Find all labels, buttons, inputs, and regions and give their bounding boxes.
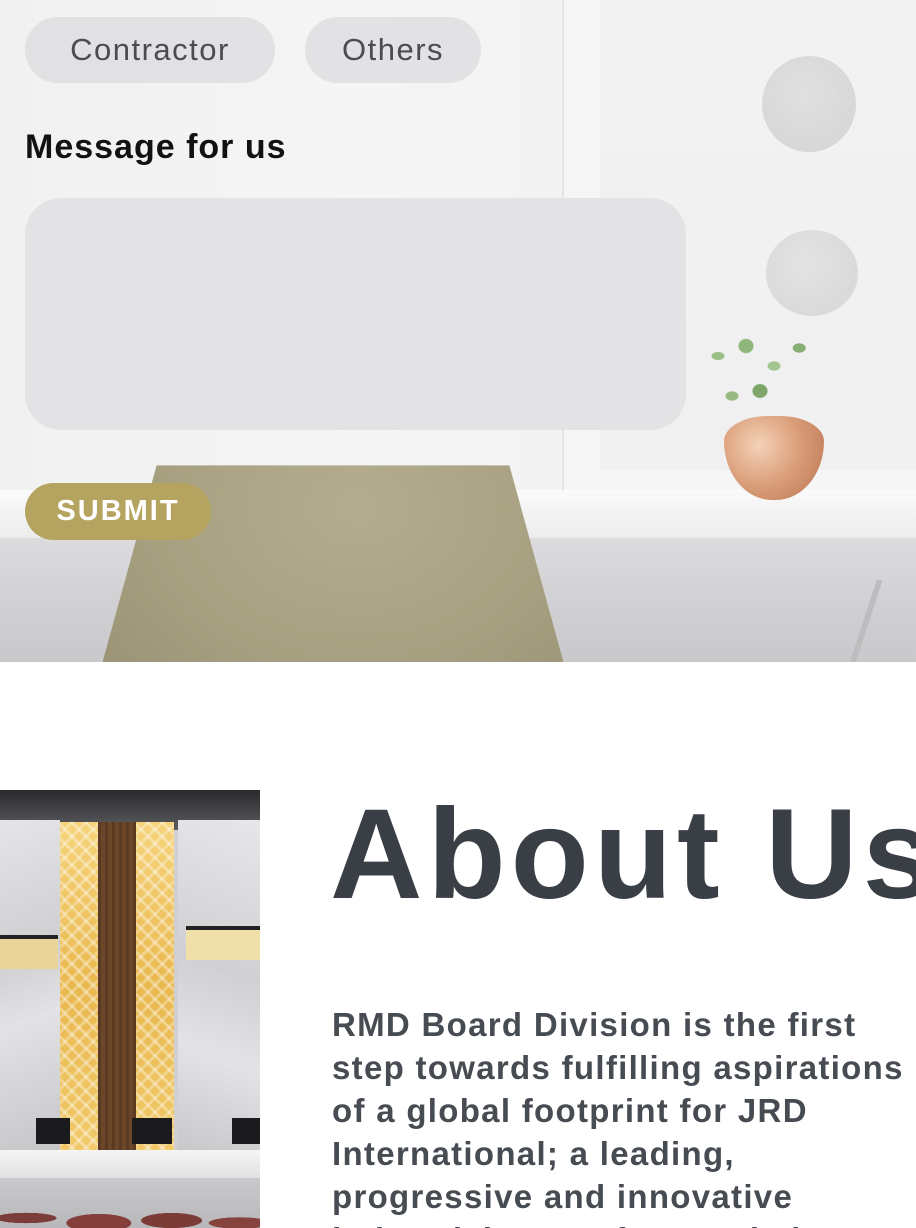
photo-gold-panel (60, 822, 98, 1152)
photo-wood-panel (98, 822, 136, 1152)
photo-marble-wall (178, 820, 260, 1150)
about-photo (0, 790, 260, 1228)
about-title: About Us (330, 783, 916, 926)
background-dot (762, 56, 856, 152)
message-label: Message for us (25, 128, 287, 166)
photo-monitor (36, 1118, 70, 1144)
background-dot (766, 230, 858, 316)
chip-others[interactable]: Others (305, 17, 481, 83)
chip-contractor[interactable]: Contractor (25, 17, 275, 83)
photo-monitor (132, 1118, 172, 1144)
photo-marble-wall (0, 820, 60, 1150)
background-plant (690, 326, 830, 426)
photo-gold-panel (136, 822, 174, 1152)
contact-form-section: Contractor Others Message for us SUBMIT (0, 0, 916, 662)
photo-counter-sign (186, 926, 260, 960)
photo-monitor (232, 1118, 260, 1144)
page: Contractor Others Message for us SUBMIT … (0, 0, 916, 1228)
about-description: RMD Board Division is the first step tow… (332, 1006, 904, 1228)
photo-counter-sign (0, 935, 58, 969)
photo-seating (0, 1178, 260, 1228)
submit-button[interactable]: SUBMIT (25, 483, 211, 540)
message-textarea[interactable] (25, 198, 686, 430)
